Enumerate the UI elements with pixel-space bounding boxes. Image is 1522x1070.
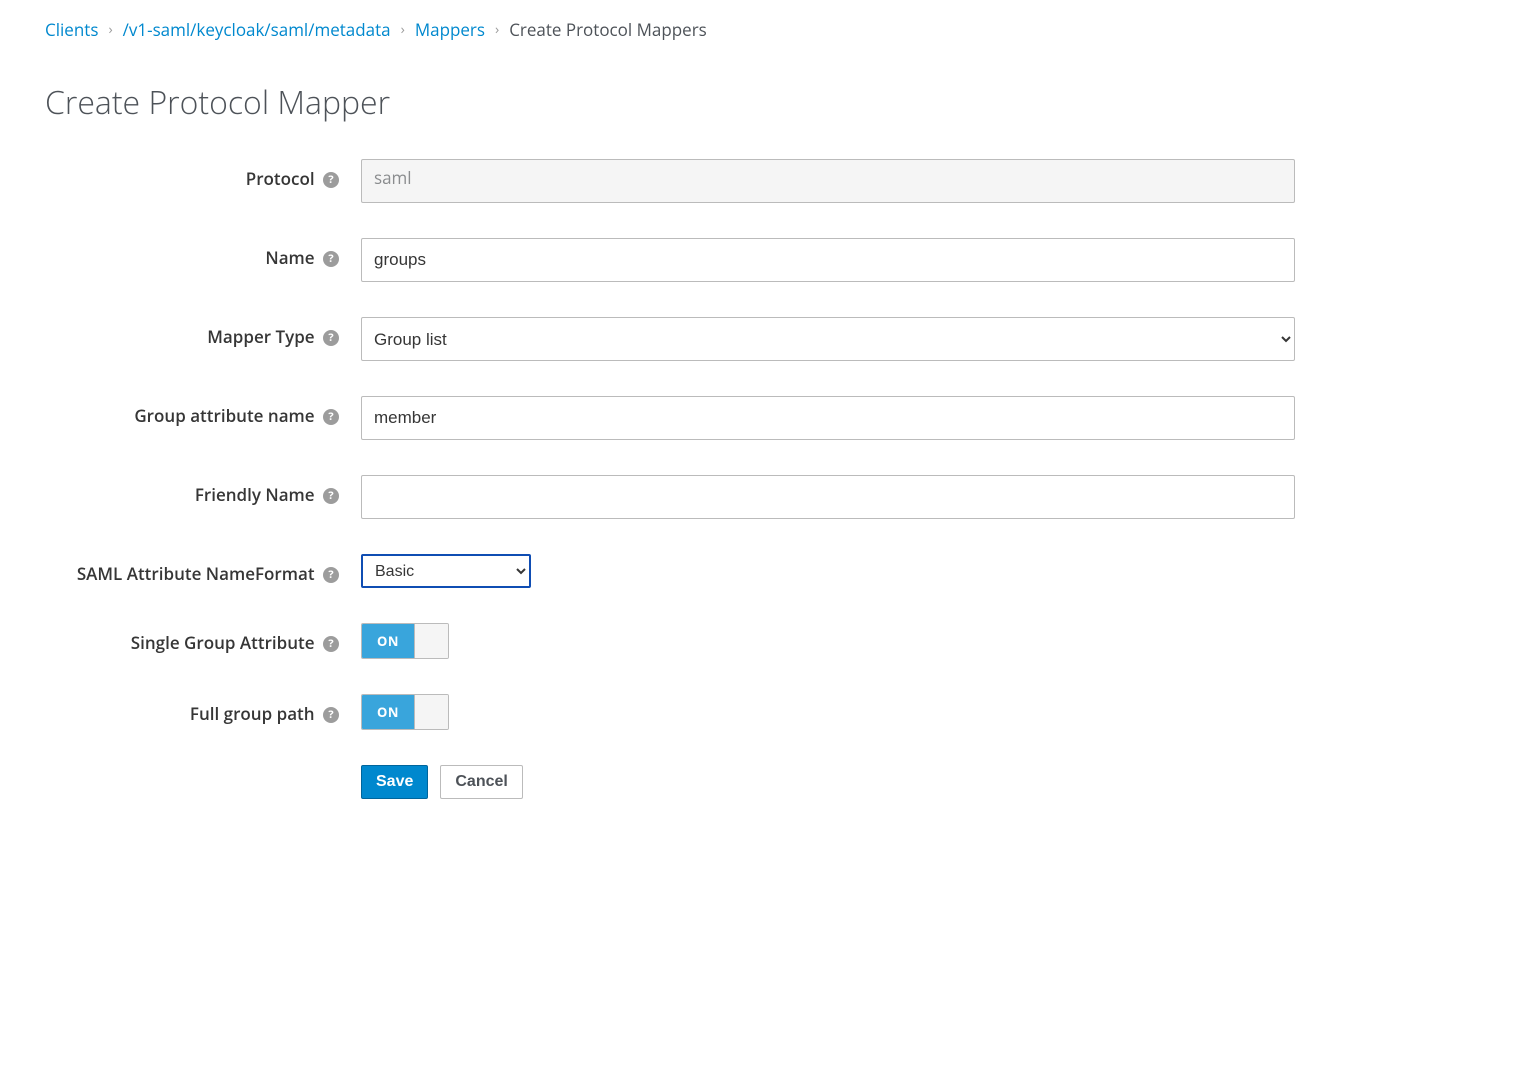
breadcrumb-clients[interactable]: Clients [45, 18, 98, 41]
help-icon[interactable]: ? [323, 567, 339, 583]
help-icon[interactable]: ? [323, 636, 339, 652]
row-name: Name ? [45, 238, 1295, 282]
toggle-on-label: ON [362, 695, 414, 729]
label-full-group-path: Full group path ? [45, 694, 361, 727]
label-name: Name ? [45, 238, 361, 271]
toggle-knob [414, 624, 448, 658]
page-title: Create Protocol Mapper [45, 81, 1477, 124]
chevron-right-icon: › [401, 20, 405, 39]
row-mapper-type: Mapper Type ? Group list [45, 317, 1295, 361]
help-icon[interactable]: ? [323, 251, 339, 267]
breadcrumb-current: Create Protocol Mappers [509, 18, 707, 41]
row-group-attribute-name: Group attribute name ? [45, 396, 1295, 440]
friendly-name-input[interactable] [361, 475, 1295, 519]
help-icon[interactable]: ? [323, 409, 339, 425]
protocol-input: saml [361, 159, 1295, 203]
row-single-group-attribute: Single Group Attribute ? ON [45, 623, 1295, 659]
row-friendly-name: Friendly Name ? [45, 475, 1295, 519]
create-mapper-form: Protocol ? saml Name ? Mapper Type ? Gro… [45, 159, 1295, 799]
name-input[interactable] [361, 238, 1295, 282]
label-saml-attribute-nameformat: SAML Attribute NameFormat ? [45, 554, 361, 587]
breadcrumb-client-path[interactable]: /v1-saml/keycloak/saml/metadata [123, 18, 391, 41]
help-icon[interactable]: ? [323, 172, 339, 188]
breadcrumb: Clients › /v1-saml/keycloak/saml/metadat… [45, 18, 1477, 41]
label-protocol: Protocol ? [45, 159, 361, 192]
chevron-right-icon: › [495, 20, 499, 39]
label-group-attribute-name: Group attribute name ? [45, 396, 361, 429]
mapper-type-select[interactable]: Group list [361, 317, 1295, 361]
saml-attribute-nameformat-select[interactable]: Basic [361, 554, 531, 588]
label-single-group-attribute: Single Group Attribute ? [45, 623, 361, 656]
toggle-knob [414, 695, 448, 729]
row-protocol: Protocol ? saml [45, 159, 1295, 203]
toggle-on-label: ON [362, 624, 414, 658]
row-full-group-path: Full group path ? ON [45, 694, 1295, 730]
save-button[interactable]: Save [361, 765, 428, 799]
breadcrumb-mappers[interactable]: Mappers [415, 18, 485, 41]
full-group-path-toggle[interactable]: ON [361, 694, 449, 730]
row-saml-attribute-nameformat: SAML Attribute NameFormat ? Basic [45, 554, 1295, 588]
label-mapper-type: Mapper Type ? [45, 317, 361, 350]
help-icon[interactable]: ? [323, 707, 339, 723]
row-buttons: Save Cancel [45, 765, 1295, 799]
group-attribute-name-input[interactable] [361, 396, 1295, 440]
help-icon[interactable]: ? [323, 330, 339, 346]
label-friendly-name: Friendly Name ? [45, 475, 361, 508]
help-icon[interactable]: ? [323, 488, 339, 504]
single-group-attribute-toggle[interactable]: ON [361, 623, 449, 659]
chevron-right-icon: › [108, 20, 112, 39]
cancel-button[interactable]: Cancel [440, 765, 522, 799]
